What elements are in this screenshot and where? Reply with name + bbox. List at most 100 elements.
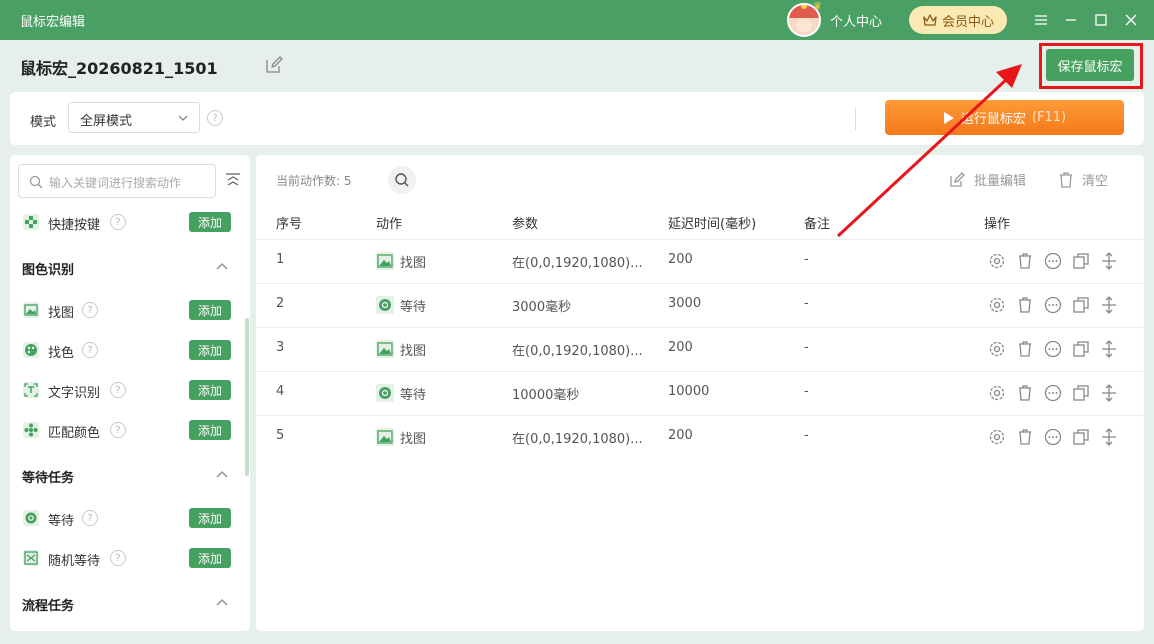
help-icon[interactable]: ? <box>82 302 98 318</box>
sidebar-item-label: 匹配颜色 <box>48 426 101 441</box>
drag-move-icon[interactable] <box>1100 428 1118 446</box>
vip-center-label: 会员中心 <box>941 14 994 30</box>
add-find-color-button[interactable]: 添加 <box>189 340 231 360</box>
add-wait-button[interactable]: 添加 <box>189 508 231 528</box>
mode-label: 模式 <box>30 115 57 130</box>
more-icon[interactable] <box>1044 252 1062 270</box>
col-header-param: 参数 <box>512 217 539 232</box>
help-icon[interactable]: ? <box>82 342 98 358</box>
cell-delay: 200 <box>668 340 693 355</box>
add-find-image-button[interactable]: 添加 <box>189 300 231 320</box>
settings-icon[interactable] <box>988 384 1006 402</box>
delete-icon[interactable] <box>1016 428 1034 446</box>
add-ocr-button[interactable]: 添加 <box>189 380 231 400</box>
batch-edit-label: 批量编辑 <box>974 174 1027 189</box>
user-center-link[interactable]: 个人中心 <box>830 11 882 30</box>
more-icon[interactable] <box>1044 428 1062 446</box>
crown-badge-icon: ♛ <box>813 1 822 12</box>
delete-icon[interactable] <box>1016 252 1034 270</box>
cell-no: 2 <box>276 296 285 311</box>
help-icon[interactable]: ? <box>82 510 98 526</box>
add-random-wait-button[interactable]: 添加 <box>189 548 231 568</box>
menu-icon[interactable] <box>1031 10 1051 30</box>
delete-icon[interactable] <box>1016 296 1034 314</box>
cell-action: 找图 <box>400 256 427 271</box>
chevron-up-icon[interactable] <box>215 468 229 482</box>
chevron-up-icon[interactable] <box>215 596 229 610</box>
crown-icon <box>923 14 937 26</box>
cell-no: 5 <box>276 428 285 443</box>
window-title: 鼠标宏编辑 <box>20 15 86 30</box>
cell-action: 找图 <box>400 344 427 359</box>
chevron-down-icon <box>178 115 188 121</box>
settings-icon[interactable] <box>988 296 1006 314</box>
settings-icon[interactable] <box>988 252 1006 270</box>
copy-icon[interactable] <box>1072 384 1090 402</box>
clear-label: 清空 <box>1082 174 1109 189</box>
help-icon[interactable]: ? <box>110 214 126 230</box>
edit-name-icon[interactable] <box>264 55 284 75</box>
sidebar-scrollbar[interactable] <box>245 318 249 476</box>
drag-move-icon[interactable] <box>1100 340 1118 358</box>
sidebar-item-label: 文字识别 <box>48 386 101 401</box>
row-divider <box>256 327 1144 328</box>
vip-center-button[interactable]: 会员中心 <box>909 6 1007 34</box>
add-color-match-button[interactable]: 添加 <box>189 420 231 440</box>
search-icon <box>29 175 43 189</box>
minimize-icon[interactable] <box>1061 10 1081 30</box>
chevron-up-icon[interactable] <box>215 260 229 274</box>
cell-param: 3000毫秒 <box>512 300 572 315</box>
action-count: 当前动作数: 5 <box>276 174 352 188</box>
section-title-flow: 流程任务 <box>22 599 75 614</box>
wait-icon <box>376 384 394 402</box>
settings-icon[interactable] <box>988 428 1006 446</box>
clear-button[interactable]: 清空 <box>1058 170 1108 189</box>
action-search-input[interactable]: 输入关键词进行搜索动作 <box>18 164 216 198</box>
help-icon[interactable]: ? <box>110 422 126 438</box>
search-icon <box>395 173 409 187</box>
copy-icon[interactable] <box>1072 340 1090 358</box>
shortcut-key-icon <box>23 214 39 230</box>
sidebar-item-label: 找色 <box>48 346 75 361</box>
batch-edit-button[interactable]: 批量编辑 <box>948 170 1026 189</box>
help-icon[interactable]: ? <box>207 110 223 126</box>
maximize-icon[interactable] <box>1091 10 1111 30</box>
copy-icon[interactable] <box>1072 252 1090 270</box>
search-placeholder: 输入关键词进行搜索动作 <box>49 176 182 190</box>
trash-icon <box>1060 171 1072 188</box>
copy-icon[interactable] <box>1072 296 1090 314</box>
run-macro-button[interactable]: 运行鼠标宏 (F11) <box>885 100 1124 135</box>
cell-param: 10000毫秒 <box>512 388 580 403</box>
more-icon[interactable] <box>1044 296 1062 314</box>
section-title-image-color: 图色识别 <box>22 263 75 278</box>
divider <box>855 108 856 130</box>
cell-note: - <box>804 296 809 311</box>
cell-no: 1 <box>276 252 285 267</box>
close-icon[interactable] <box>1121 10 1141 30</box>
more-icon[interactable] <box>1044 340 1062 358</box>
drag-move-icon[interactable] <box>1100 252 1118 270</box>
ocr-icon <box>23 382 39 398</box>
cell-note: - <box>804 384 809 399</box>
copy-icon[interactable] <box>1072 428 1090 446</box>
cell-no: 3 <box>276 340 285 355</box>
image-icon <box>376 340 394 358</box>
col-header-ops: 操作 <box>984 217 1011 232</box>
col-header-delay: 延迟时间(毫秒) <box>668 217 757 232</box>
delete-icon[interactable] <box>1016 340 1034 358</box>
drag-move-icon[interactable] <box>1100 384 1118 402</box>
delete-icon[interactable] <box>1016 384 1034 402</box>
settings-icon[interactable] <box>988 340 1006 358</box>
help-icon[interactable]: ? <box>110 550 126 566</box>
title-bar: 鼠标宏编辑 ♛ 个人中心 会员中心 <box>0 0 1154 40</box>
table-search-button[interactable] <box>388 166 416 194</box>
more-icon[interactable] <box>1044 384 1062 402</box>
mode-select[interactable]: 全屏模式 <box>68 102 200 133</box>
add-shortcut-key-button[interactable]: 添加 <box>189 212 231 232</box>
run-macro-hotkey: (F11) <box>1031 110 1067 125</box>
cell-no: 4 <box>276 384 285 399</box>
help-icon[interactable]: ? <box>110 382 126 398</box>
cell-note: - <box>804 252 809 267</box>
drag-move-icon[interactable] <box>1100 296 1118 314</box>
collapse-all-icon[interactable] <box>224 171 242 189</box>
